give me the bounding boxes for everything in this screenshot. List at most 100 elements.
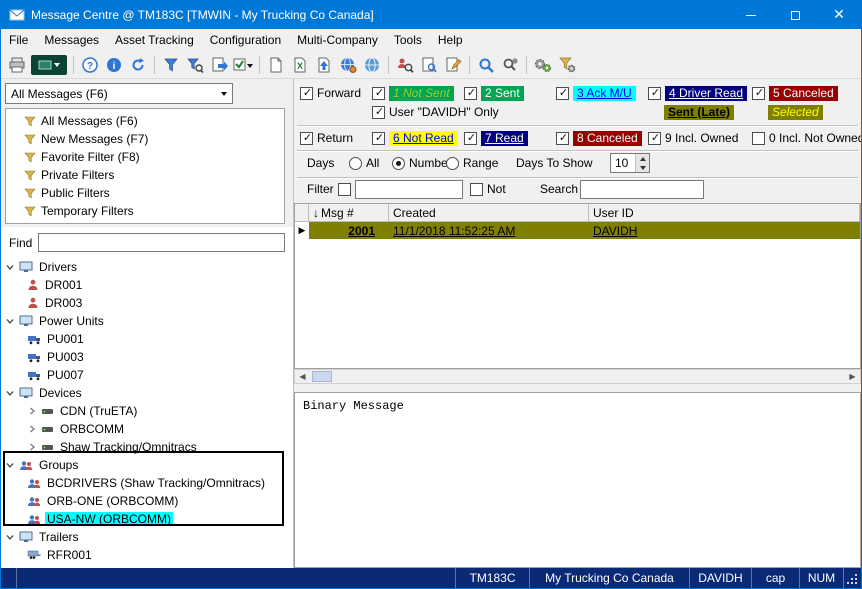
column-header-created[interactable]: Created bbox=[389, 204, 589, 222]
menu-file[interactable]: File bbox=[1, 31, 36, 49]
info-icon[interactable]: i bbox=[102, 53, 126, 77]
read-checkbox[interactable] bbox=[464, 132, 477, 145]
tree-item-orbcomm[interactable]: ORBCOMM bbox=[1, 420, 293, 438]
incl-not-owned-checkbox[interactable] bbox=[752, 132, 765, 145]
tree-item-pu003[interactable]: PU003 bbox=[1, 348, 293, 366]
user-only-checkbox[interactable] bbox=[372, 106, 385, 119]
return-canceled-checkbox[interactable] bbox=[556, 132, 569, 145]
resize-grip[interactable] bbox=[844, 568, 861, 588]
status-filter-sent: 2 Sent bbox=[464, 85, 524, 101]
filter-item-temporary-filters[interactable]: Temporary Filters bbox=[6, 202, 284, 220]
find-label: Find bbox=[9, 236, 32, 250]
scrollbar-track[interactable] bbox=[310, 370, 845, 383]
message-row[interactable]: ▶ 2001 11/1/2018 11:52:25 AM DAVIDH bbox=[295, 222, 860, 239]
trailers-category-icon bbox=[19, 531, 33, 543]
tree-item-trailers[interactable]: Trailers bbox=[1, 528, 293, 546]
tree-item-devices[interactable]: Devices bbox=[1, 384, 293, 402]
not-read-checkbox[interactable] bbox=[372, 132, 385, 145]
tree-item-drivers[interactable]: Drivers bbox=[1, 258, 293, 276]
range-radio[interactable] bbox=[446, 157, 459, 170]
menu-tools[interactable]: Tools bbox=[386, 31, 430, 49]
tree-item-usa-nw[interactable]: USA-NW (ORBCOMM) bbox=[1, 510, 293, 528]
stepper-up-button[interactable] bbox=[636, 154, 649, 163]
stepper-down-button[interactable] bbox=[636, 163, 649, 172]
tree-item-groups[interactable]: Groups bbox=[1, 456, 293, 474]
tree-item-bcdrivers[interactable]: BCDRIVERS (Shaw Tracking/Omnitracs) bbox=[1, 474, 293, 492]
filter-input[interactable] bbox=[355, 180, 463, 199]
filter-funnel-icon bbox=[24, 151, 36, 163]
filter-search-icon[interactable] bbox=[183, 53, 207, 77]
tree-item-shaw-tracking[interactable]: Shaw Tracking/Omnitracs bbox=[1, 438, 293, 456]
filter-item-all-messages[interactable]: All Messages (F6) bbox=[6, 112, 284, 130]
scroll-left-icon[interactable]: ◀ bbox=[295, 370, 310, 383]
menu-help[interactable]: Help bbox=[430, 31, 471, 49]
close-button[interactable]: ✕ bbox=[817, 1, 861, 29]
globe-icon[interactable] bbox=[360, 53, 384, 77]
search-options-icon[interactable] bbox=[498, 53, 522, 77]
column-header-user-id[interactable]: User ID bbox=[589, 204, 860, 222]
canceled-checkbox[interactable] bbox=[752, 87, 765, 100]
search-input[interactable] bbox=[580, 180, 704, 199]
message-view-dropdown[interactable]: All Messages (F6) bbox=[5, 83, 233, 104]
find-asset-icon[interactable] bbox=[393, 53, 417, 77]
toolbar-separator bbox=[469, 56, 470, 74]
not-sent-checkbox[interactable] bbox=[372, 87, 385, 100]
tree-item-dr003[interactable]: DR003 bbox=[1, 294, 293, 312]
refresh-icon[interactable] bbox=[126, 53, 150, 77]
tree-item-orb-one[interactable]: ORB-ONE (ORBCOMM) bbox=[1, 492, 293, 510]
help-icon[interactable]: ? bbox=[78, 53, 102, 77]
filter-funnel-icon bbox=[24, 115, 36, 127]
ack-checkbox[interactable] bbox=[556, 87, 569, 100]
driver-read-checkbox[interactable] bbox=[648, 87, 661, 100]
edit-message-icon[interactable] bbox=[441, 53, 465, 77]
not-checkbox[interactable] bbox=[470, 183, 483, 196]
forward-message-icon[interactable] bbox=[207, 53, 231, 77]
filter-icon[interactable] bbox=[159, 53, 183, 77]
find-input[interactable] bbox=[38, 233, 285, 252]
return-checkbox[interactable] bbox=[300, 132, 313, 145]
incl-owned-filter: 9 Incl. Owned bbox=[648, 130, 738, 146]
new-message-icon[interactable] bbox=[264, 53, 288, 77]
splitter[interactable] bbox=[294, 384, 861, 392]
horizontal-scrollbar[interactable]: ◀ ▶ bbox=[294, 369, 861, 384]
filter-settings-icon[interactable] bbox=[555, 53, 579, 77]
menu-configuration[interactable]: Configuration bbox=[202, 31, 289, 49]
view-message-icon[interactable] bbox=[417, 53, 441, 77]
forward-checkbox[interactable] bbox=[300, 87, 313, 100]
incl-owned-checkbox[interactable] bbox=[648, 132, 661, 145]
filter-item-new-messages[interactable]: New Messages (F7) bbox=[6, 130, 284, 148]
divider bbox=[297, 150, 858, 152]
tree-item-pu001[interactable]: PU001 bbox=[1, 330, 293, 348]
chevron-down-icon[interactable] bbox=[215, 84, 232, 103]
column-header-msg[interactable]: ↓ Msg # bbox=[309, 204, 389, 222]
mark-read-dropdown[interactable] bbox=[231, 53, 255, 77]
scroll-right-icon[interactable]: ▶ bbox=[845, 370, 860, 383]
status-terminal: TM183C bbox=[456, 568, 530, 588]
menu-multi-company[interactable]: Multi-Company bbox=[289, 31, 386, 49]
menu-messages[interactable]: Messages bbox=[36, 31, 107, 49]
number-radio[interactable] bbox=[392, 157, 405, 170]
tree-item-power-units[interactable]: Power Units bbox=[1, 312, 293, 330]
minimize-button[interactable] bbox=[729, 1, 773, 29]
tree-item-pu007[interactable]: PU007 bbox=[1, 366, 293, 384]
maximize-button[interactable] bbox=[773, 1, 817, 29]
send-globe-icon[interactable] bbox=[336, 53, 360, 77]
sent-checkbox[interactable] bbox=[464, 87, 477, 100]
search-icon[interactable] bbox=[474, 53, 498, 77]
tree-item-dr001[interactable]: DR001 bbox=[1, 276, 293, 294]
scrollbar-thumb[interactable] bbox=[312, 371, 332, 382]
tree-item-rfr001[interactable]: RFR001 bbox=[1, 546, 293, 564]
send-receive-icon[interactable] bbox=[312, 53, 336, 77]
filter-item-favorite-filter[interactable]: Favorite Filter (F8) bbox=[6, 148, 284, 166]
menu-asset-tracking[interactable]: Asset Tracking bbox=[107, 31, 202, 49]
all-radio[interactable] bbox=[349, 157, 362, 170]
print-icon[interactable] bbox=[5, 53, 29, 77]
days-to-show-stepper[interactable]: 10 bbox=[610, 153, 650, 173]
filter-item-private-filters[interactable]: Private Filters bbox=[6, 166, 284, 184]
settings-gears-icon[interactable] bbox=[531, 53, 555, 77]
export-excel-icon[interactable]: X bbox=[288, 53, 312, 77]
device-selector-dropdown[interactable] bbox=[31, 55, 67, 75]
tree-item-cdn-trueta[interactable]: CDN (TruETA) bbox=[1, 402, 293, 420]
filter-checkbox[interactable] bbox=[338, 183, 351, 196]
filter-item-public-filters[interactable]: Public Filters bbox=[6, 184, 284, 202]
